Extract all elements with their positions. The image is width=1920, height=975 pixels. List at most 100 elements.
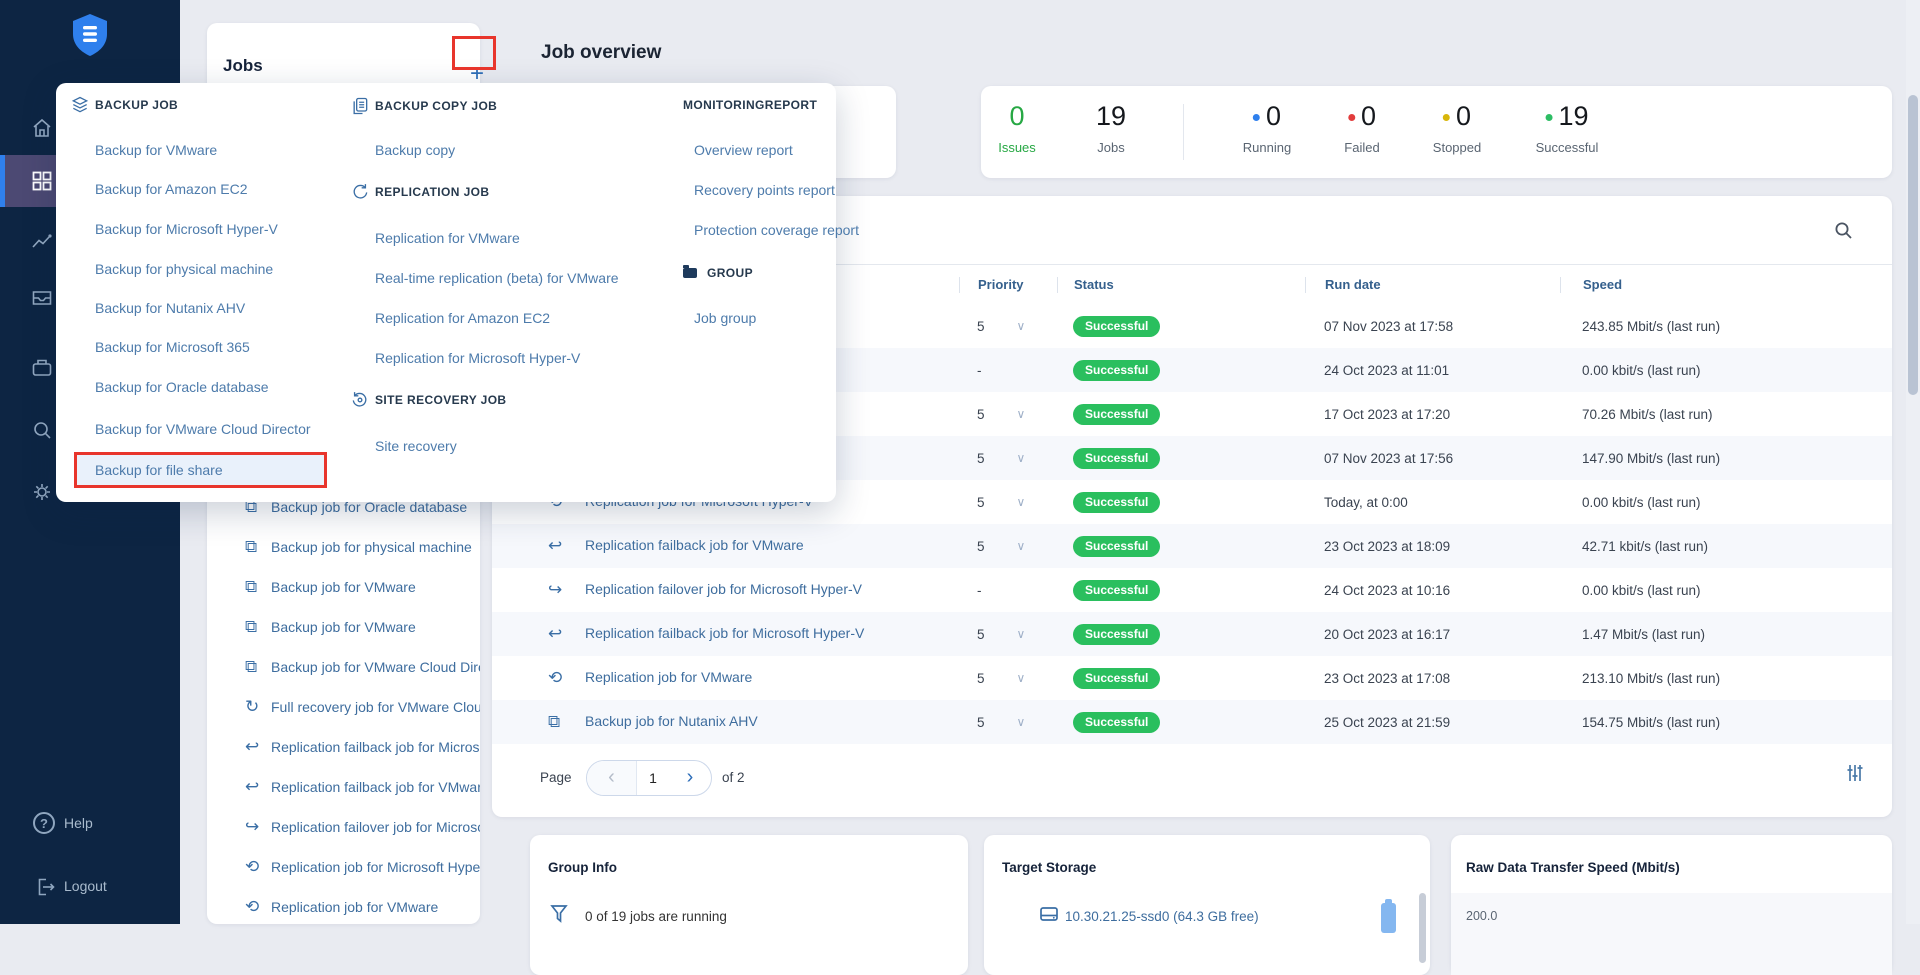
priority-value: 5: [977, 671, 985, 686]
job-type-icon: ⧉: [245, 647, 267, 687]
job-name-link: Replication failover job for Microsoft H…: [585, 581, 862, 597]
priority-dropdown-icon[interactable]: ∨: [1017, 451, 1026, 465]
search-icon[interactable]: [1833, 220, 1854, 241]
job-list-item[interactable]: ↻Full recovery job for VMware Cloud Dire…: [207, 687, 480, 727]
menu-item-backup-oracle[interactable]: Backup for Oracle database: [95, 377, 269, 397]
priority-value: 5: [977, 319, 985, 334]
menu-item-replication-hyperv[interactable]: Replication for Microsoft Hyper-V: [375, 348, 580, 368]
menu-item-backup-copy[interactable]: Backup copy: [375, 140, 455, 160]
priority-dropdown-icon[interactable]: ∨: [1017, 715, 1026, 729]
menu-item-replication-ec2[interactable]: Replication for Amazon EC2: [375, 308, 550, 328]
jobs-grid-icon[interactable]: [30, 169, 54, 193]
job-list-item[interactable]: ↩Replication failback job for VMware: [207, 767, 480, 807]
prev-page-button[interactable]: ‹: [587, 761, 637, 795]
search-nav-icon[interactable]: [30, 418, 54, 442]
job-name-link: Replication job for VMware: [585, 669, 752, 685]
job-list-item[interactable]: ⟲Replication job for Microsoft Hyper-V: [207, 847, 480, 887]
job-list-item[interactable]: ⧉Backup job for VMware: [207, 567, 480, 607]
priority-dropdown-icon[interactable]: ∨: [1017, 539, 1026, 553]
job-list-item[interactable]: ⧉Backup job for VMware: [207, 607, 480, 647]
help-link[interactable]: Help: [64, 815, 93, 831]
run-date: 24 Oct 2023 at 11:01: [1305, 363, 1560, 378]
menu-item-backup-physical[interactable]: Backup for physical machine: [95, 259, 273, 279]
menu-item-backup-vcd[interactable]: Backup for VMware Cloud Director: [95, 419, 311, 439]
help-icon[interactable]: ?: [33, 812, 55, 834]
replication-job-section: REPLICATION JOB: [375, 182, 489, 202]
status-badge: Successful: [1073, 624, 1160, 645]
successful-dot: [1545, 114, 1552, 121]
job-list-item[interactable]: ⧉Backup job for physical machine: [207, 527, 480, 567]
speed: 0.00 kbit/s (last run): [1560, 363, 1892, 378]
analytics-icon[interactable]: [30, 231, 54, 255]
logout-icon[interactable]: [33, 875, 57, 899]
target-storage-title: Target Storage: [1002, 860, 1096, 875]
group-info-status: 0 of 19 jobs are running: [585, 909, 727, 924]
priority-value: 5: [977, 539, 985, 554]
issues-label: Issues: [998, 140, 1036, 155]
menu-item-backup-nutanix[interactable]: Backup for Nutanix AHV: [95, 298, 245, 318]
menu-item-overview-report[interactable]: Overview report: [694, 140, 793, 160]
column-speed[interactable]: Speed: [1560, 277, 1892, 293]
menu-item-backup-hyperv[interactable]: Backup for Microsoft Hyper-V: [95, 219, 278, 239]
column-run-date[interactable]: Run date: [1305, 277, 1560, 293]
job-type-icon: ⧉: [245, 607, 267, 647]
table-row[interactable]: ⟲Replication job for VMware 5∨ Successfu…: [492, 656, 1892, 700]
table-row[interactable]: ↩Replication failback job for VMware 5∨ …: [492, 524, 1892, 568]
menu-item-backup-vmware[interactable]: Backup for VMware: [95, 140, 217, 160]
column-status[interactable]: Status: [1057, 277, 1305, 293]
filter-sliders-icon[interactable]: [1844, 762, 1866, 784]
job-link: Replication failback job for VMware: [271, 779, 480, 795]
job-type-icon: ↩: [245, 767, 267, 807]
settings-gear-icon[interactable]: [30, 480, 54, 504]
menu-item-backup-ec2[interactable]: Backup for Amazon EC2: [95, 179, 248, 199]
priority-value: 5: [977, 495, 985, 510]
job-type-icon: ⟲: [548, 669, 562, 687]
menu-item-protection-coverage-report[interactable]: Protection coverage report: [694, 220, 859, 240]
stat-jobs: 19 Jobs: [1096, 100, 1126, 155]
job-list-item[interactable]: ↩Replication failback job for Microsoft …: [207, 727, 480, 767]
storage-drive-icon: [1038, 903, 1060, 925]
priority-value: 5: [977, 451, 985, 466]
current-page[interactable]: 1: [637, 761, 669, 795]
menu-item-recovery-points-report[interactable]: Recovery points report: [694, 180, 835, 200]
menu-item-realtime-replication[interactable]: Real-time replication (beta) for VMware: [375, 268, 619, 288]
raw-speed-card: Raw Data Transfer Speed (Mbit/s) 200.0: [1451, 835, 1892, 975]
infrastructure-icon[interactable]: [30, 356, 54, 380]
menu-item-job-group[interactable]: Job group: [694, 308, 756, 328]
job-list-item[interactable]: ↪Replication failover job for Microsoft …: [207, 807, 480, 847]
shield-logo-icon[interactable]: [70, 13, 110, 57]
run-date: 24 Oct 2023 at 10:16: [1305, 583, 1560, 598]
priority-dropdown-icon[interactable]: ∨: [1017, 627, 1026, 641]
priority-dropdown-icon[interactable]: ∨: [1017, 671, 1026, 685]
status-badge: Successful: [1073, 316, 1160, 337]
group-section: GROUP: [707, 263, 753, 283]
menu-item-backup-m365[interactable]: Backup for Microsoft 365: [95, 337, 250, 357]
logout-link[interactable]: Logout: [64, 878, 107, 894]
priority-value: -: [977, 583, 982, 598]
card-scrollbar-thumb[interactable]: [1419, 893, 1426, 963]
backup-copy-job-icon: [350, 96, 370, 116]
menu-item-backup-file-share[interactable]: Backup for file share: [95, 460, 223, 480]
storage-link[interactable]: 10.30.21.25-ssd0 (64.3 GB free): [1065, 909, 1259, 924]
priority-dropdown-icon[interactable]: ∨: [1017, 319, 1026, 333]
table-row[interactable]: ↩Replication failback job for Microsoft …: [492, 612, 1892, 656]
table-row[interactable]: ⧉Backup job for Nutanix AHV 5∨ Successfu…: [492, 700, 1892, 744]
next-page-button[interactable]: ›: [669, 761, 711, 795]
home-icon[interactable]: [30, 116, 54, 140]
column-priority[interactable]: Priority: [959, 277, 1057, 293]
inbox-icon[interactable]: [30, 286, 54, 310]
job-list-item[interactable]: ⟲Replication job for VMware: [207, 887, 480, 924]
table-row[interactable]: ↪Replication failover job for Microsoft …: [492, 568, 1892, 612]
priority-dropdown-icon[interactable]: ∨: [1017, 495, 1026, 509]
speed: 0.00 kbit/s (last run): [1560, 495, 1892, 510]
menu-item-site-recovery[interactable]: Site recovery: [375, 436, 457, 456]
status-badge: Successful: [1073, 492, 1160, 513]
menu-item-replication-vmware[interactable]: Replication for VMware: [375, 228, 520, 248]
priority-dropdown-icon[interactable]: ∨: [1017, 407, 1026, 421]
run-date: 23 Oct 2023 at 17:08: [1305, 671, 1560, 686]
page-scrollbar-thumb[interactable]: [1908, 95, 1918, 395]
job-type-icon: ↩: [548, 537, 562, 555]
job-list-item[interactable]: ⧉Backup job for VMware Cloud Director: [207, 647, 480, 687]
active-nav-accent-bar: [0, 155, 5, 207]
group-info-card: Group Info 0 of 19 jobs are running: [530, 835, 968, 975]
